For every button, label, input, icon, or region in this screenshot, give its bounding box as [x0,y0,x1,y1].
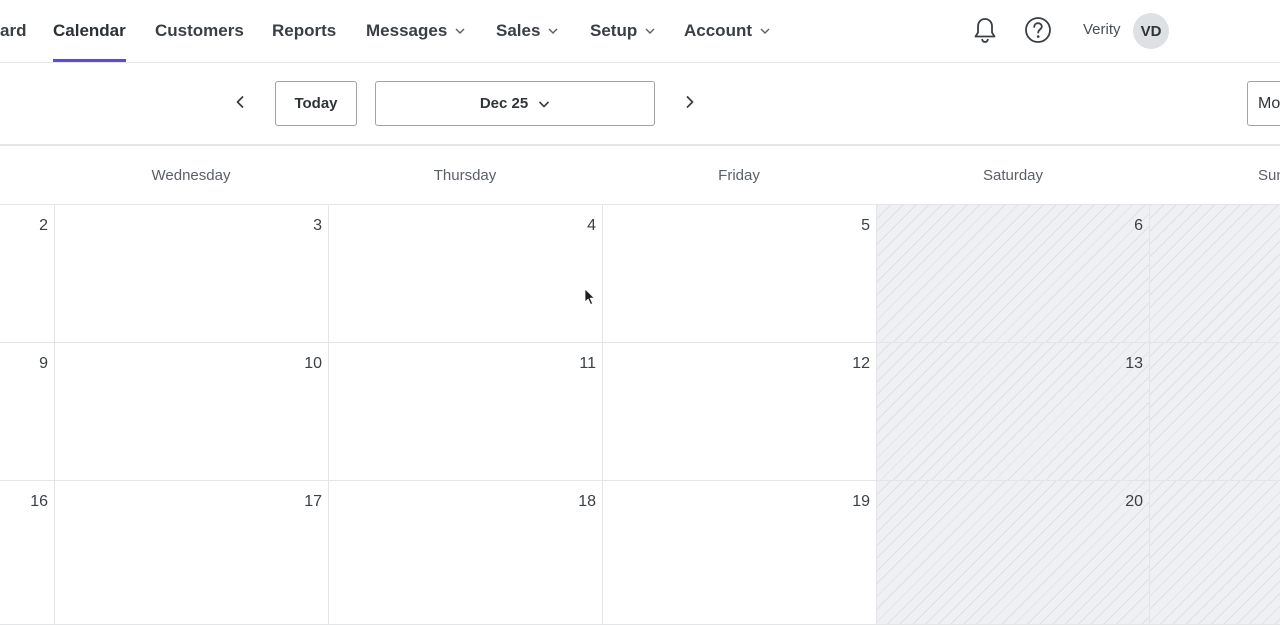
day-name: Saturday [982,166,1044,184]
nav-item-label: Messages [366,21,448,40]
nav-item-reports[interactable]: Reports [272,0,336,62]
calendar-day-header: Wednesday Thursday Friday Saturday Sun [0,146,1280,205]
nav-item-setup[interactable]: Setup [590,0,655,62]
day-number: 18 [578,493,596,510]
day-name: Wednesday [151,166,231,184]
day-number: 11 [579,355,596,372]
day-number: 4 [587,217,596,234]
nav-item-calendar[interactable]: Calendar [53,0,126,62]
day-number: 16 [30,493,48,510]
day-number: 3 [313,217,322,234]
calendar-day-cell[interactable]: 12 [603,343,877,481]
view-select[interactable]: Mo [1247,81,1280,126]
chevron-down-icon [760,28,770,34]
day-number: 5 [861,217,870,234]
calendar-day-cell[interactable]: 5 [603,205,877,343]
chevron-down-icon [548,28,558,34]
day-number: 17 [304,493,322,510]
top-navigation-bar: ard Calendar Customers Reports Messages … [0,0,1280,63]
nav-item-label: Setup [590,21,638,40]
calendar-day-cell[interactable]: 3 [55,205,329,343]
day-number: 12 [852,355,870,372]
help-icon[interactable] [1024,16,1052,44]
calendar-day-cell-weekend[interactable] [1150,481,1280,625]
date-picker-button[interactable]: Dec 25 [375,81,655,126]
day-number: 13 [1125,355,1143,372]
calendar-day-cell[interactable]: 4 [329,205,603,343]
calendar-day-cell[interactable]: 18 [329,481,603,625]
date-label: Dec 25 [479,95,529,112]
day-number: 9 [39,355,48,372]
nav-item-label: ard [0,21,27,40]
nav-item-account[interactable]: Account [684,0,770,62]
nav-item-sales[interactable]: Sales [496,0,558,62]
calendar-day-cell[interactable]: 2 [0,205,55,343]
bell-icon[interactable] [972,16,998,44]
calendar-day-cell-weekend[interactable]: 6 [877,205,1150,343]
calendar-day-cell-weekend[interactable]: 20 [877,481,1150,625]
nav-item-label: Account [684,21,752,40]
chevron-left-icon[interactable] [230,92,250,112]
day-name: Sun [1258,166,1280,184]
chevron-down-icon [455,28,465,34]
calendar-day-cell[interactable]: 19 [603,481,877,625]
day-number: 10 [304,355,322,372]
day-number: 19 [852,493,870,510]
mouse-pointer-icon [584,288,595,305]
chevron-down-icon [539,100,550,108]
calendar-day-cell[interactable]: 10 [55,343,329,481]
day-name: Friday [718,166,760,184]
user-name[interactable]: Verity [1083,21,1121,38]
day-number: 20 [1125,493,1143,510]
day-number: 2 [39,217,48,234]
day-number: 6 [1134,217,1143,234]
nav-item-messages[interactable]: Messages [366,0,465,62]
calendar-day-cell[interactable]: 17 [55,481,329,625]
calendar-day-cell[interactable]: 11 [329,343,603,481]
calendar-day-cell-weekend[interactable] [1150,205,1280,343]
nav-item-label: Customers [155,21,244,40]
chevron-down-icon [645,28,655,34]
nav-item-label: Calendar [53,21,126,40]
nav-item-customers[interactable]: Customers [155,0,244,62]
calendar-day-cell-weekend[interactable] [1150,343,1280,481]
nav-item-label: Reports [272,21,337,40]
calendar-day-cell[interactable]: 9 [0,343,55,481]
nav-item-dashboard[interactable]: ard [0,0,26,62]
calendar-day-cell-weekend[interactable]: 13 [877,343,1150,481]
day-name: Thursday [433,166,497,184]
calendar-day-cell[interactable]: 16 [0,481,55,625]
calendar-grid: 2 3 4 5 6 9 10 11 12 13 16 17 18 19 20 [0,205,1280,625]
nav-item-label: Sales [496,21,541,40]
chevron-right-icon[interactable] [680,92,700,112]
calendar-toolbar: Today Dec 25 Mo [0,63,1280,146]
today-button[interactable]: Today [275,81,357,126]
avatar[interactable]: VD [1133,13,1169,49]
